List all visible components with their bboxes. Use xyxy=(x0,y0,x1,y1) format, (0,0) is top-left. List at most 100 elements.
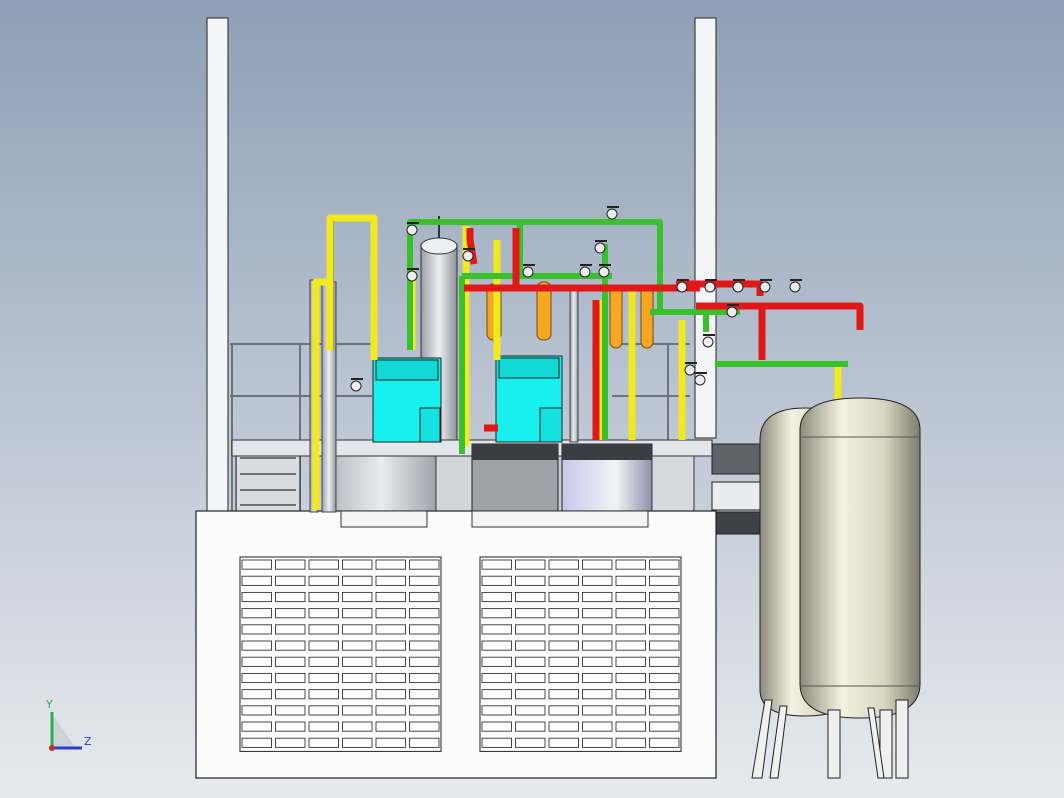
valve xyxy=(684,364,696,376)
louvre-slot xyxy=(481,656,512,667)
louvre-slot xyxy=(275,656,306,667)
louvre-slot xyxy=(615,640,646,651)
valve xyxy=(704,281,716,293)
louvre-slot xyxy=(308,737,339,748)
valve xyxy=(350,380,362,392)
louvre-slot xyxy=(582,721,613,732)
valve xyxy=(579,266,591,278)
louvre-slot xyxy=(375,721,406,732)
louvre-slot xyxy=(515,575,546,586)
louvre-slot xyxy=(481,591,512,603)
louvre-slot xyxy=(615,575,646,586)
louvre-slot xyxy=(548,608,579,619)
louvre-slot xyxy=(548,575,579,586)
valve xyxy=(462,250,474,262)
louvre-slot xyxy=(548,591,579,603)
louvre-slot xyxy=(481,624,512,635)
louvre-slot xyxy=(275,737,306,748)
louvre-slot xyxy=(342,656,373,667)
louvre-slot xyxy=(241,559,272,570)
louvre-slot xyxy=(548,689,579,700)
valve xyxy=(522,266,534,278)
valve xyxy=(759,281,771,293)
louvre-slot xyxy=(548,656,579,667)
bin-5 xyxy=(651,455,695,513)
louvre-slot xyxy=(308,705,339,716)
louvre-slot xyxy=(481,721,512,732)
louvre-slot xyxy=(342,705,373,716)
louvre-slot xyxy=(481,608,512,619)
valve xyxy=(606,208,618,220)
x-axis-dot xyxy=(49,745,55,751)
triad-y-label: Y xyxy=(46,698,53,711)
triad-plane xyxy=(52,714,76,748)
louvre-slot xyxy=(308,624,339,635)
louvre-slot xyxy=(308,559,339,570)
louvre-slot xyxy=(515,689,546,700)
pressure-tank-front xyxy=(799,397,921,719)
louvre-slot xyxy=(275,705,306,716)
triad-z-label: Z xyxy=(84,735,92,748)
louvre-slot xyxy=(548,721,579,732)
louvre-slot xyxy=(409,689,440,700)
louvre-slot xyxy=(241,689,272,700)
louvre-slot xyxy=(582,591,613,603)
louvre-slot xyxy=(409,672,440,684)
louvre-slot xyxy=(515,737,546,748)
louvre-slot xyxy=(409,721,440,732)
louvre-slot xyxy=(308,672,339,684)
louvre-slot xyxy=(515,640,546,651)
louvre-slot xyxy=(515,705,546,716)
louvre-slot xyxy=(615,559,646,570)
louvre-slot xyxy=(582,624,613,635)
louvre-slot xyxy=(342,624,373,635)
louvre-slot xyxy=(409,640,440,651)
louvre-slot xyxy=(275,721,306,732)
louvre-slot xyxy=(241,737,272,748)
louvre-slot xyxy=(582,559,613,570)
valve xyxy=(732,281,744,293)
valve xyxy=(676,281,688,293)
louvre-slot xyxy=(342,608,373,619)
louvre-slot xyxy=(649,640,680,651)
louvre-slot xyxy=(342,672,373,684)
louvre-slot xyxy=(409,737,440,748)
louvre-slot xyxy=(649,721,680,732)
louvre-slot xyxy=(308,575,339,586)
louvre-slot xyxy=(515,672,546,684)
louvre-slot xyxy=(582,672,613,684)
valve xyxy=(726,306,738,318)
louvre-slot xyxy=(241,608,272,619)
louvre-slot xyxy=(582,575,613,586)
louvre-slot xyxy=(515,608,546,619)
louvre-slot xyxy=(241,624,272,635)
louvre-slot xyxy=(275,672,306,684)
louvre-slot xyxy=(582,689,613,700)
louvre-slot xyxy=(515,721,546,732)
post-3 xyxy=(569,289,579,443)
louvre-slot xyxy=(615,591,646,603)
louvre-slot xyxy=(409,624,440,635)
louvre-slot xyxy=(375,559,406,570)
louvre-slot xyxy=(481,689,512,700)
louvre-slot xyxy=(375,608,406,619)
louvre-slot xyxy=(649,656,680,667)
valve xyxy=(789,281,801,293)
enclosure-lid-right xyxy=(471,510,649,528)
louvre-slot xyxy=(409,591,440,603)
louvre-slot xyxy=(649,672,680,684)
louvre-slot xyxy=(615,737,646,748)
louvre-slot xyxy=(342,591,373,603)
louvre-panel-right xyxy=(479,556,682,752)
louvre-slot xyxy=(615,624,646,635)
louvre-slot xyxy=(481,559,512,570)
louvre-slot xyxy=(375,705,406,716)
louvre-slot xyxy=(409,559,440,570)
louvre-slot xyxy=(649,705,680,716)
louvre-slot xyxy=(649,591,680,603)
louvre-slot xyxy=(649,608,680,619)
louvre-slot xyxy=(481,737,512,748)
louvre-slot xyxy=(241,705,272,716)
louvre-slot xyxy=(409,608,440,619)
cad-viewport[interactable]: Y Z xyxy=(0,0,1064,798)
